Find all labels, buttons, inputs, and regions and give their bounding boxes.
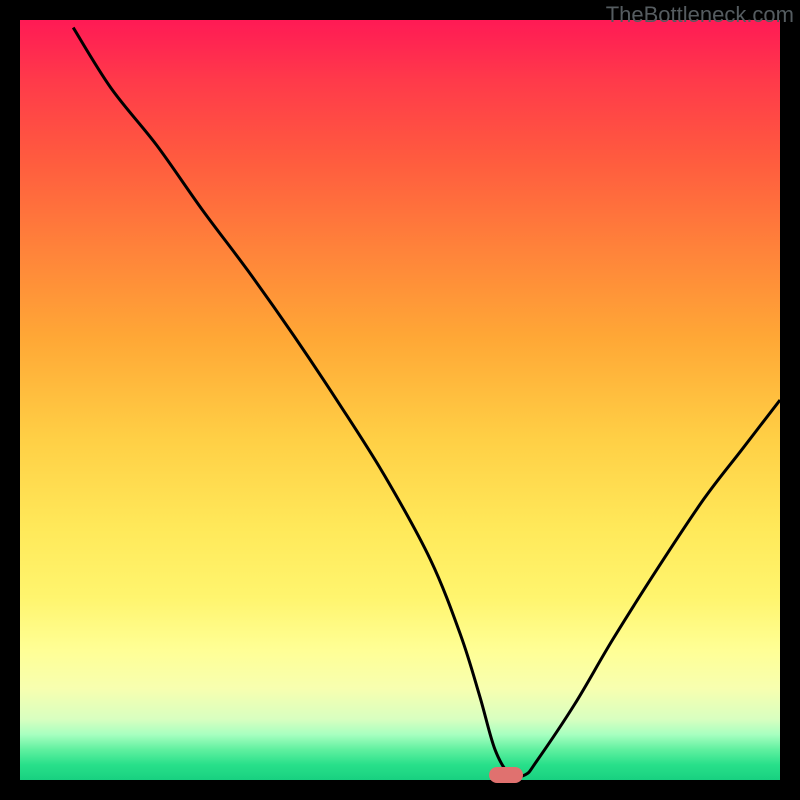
watermark-text: TheBottleneck.com <box>606 2 794 28</box>
chart-gradient-area <box>20 20 780 780</box>
bottleneck-curve <box>73 28 780 778</box>
curve-layer <box>20 20 780 780</box>
optimal-point-marker <box>489 767 523 783</box>
chart-frame: TheBottleneck.com <box>0 0 800 800</box>
